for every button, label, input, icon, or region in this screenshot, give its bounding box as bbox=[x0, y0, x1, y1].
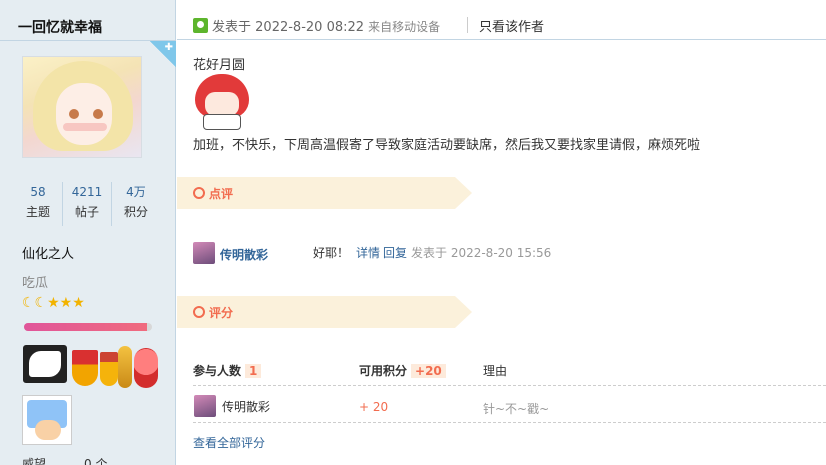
stat-label: 积分 bbox=[123, 205, 148, 219]
post-header: 发表于 2022-8-20 08:22 来自移动设备 只看该作者 bbox=[177, 0, 826, 40]
view-all-ratings-link[interactable]: 查看全部评分 bbox=[193, 434, 265, 451]
comments-section-header: 点评 bbox=[177, 177, 472, 209]
level-stars-icon: ☾☾★★★ bbox=[22, 295, 85, 311]
circle-icon bbox=[193, 187, 205, 199]
post-body: 加班，不快乐，下周高温假寄了导致家庭活动要缺席，然后我又要找家里请假，麻烦死啦 bbox=[193, 138, 701, 153]
participants-header: 参与人数 1 bbox=[193, 362, 262, 379]
rating-row: 传明散彩 + 20 针~不~戳~ bbox=[193, 393, 826, 423]
stat-posts[interactable]: 4211 帖子 bbox=[63, 182, 112, 226]
commenter-avatar[interactable] bbox=[193, 242, 215, 264]
rating-table-header: 参与人数 1 可用积分 +20 理由 bbox=[193, 358, 826, 386]
medal-badge-icon[interactable] bbox=[23, 345, 67, 383]
rating-section-label: 评分 bbox=[209, 306, 234, 320]
author-name-link[interactable]: 一回忆就幸福 bbox=[18, 17, 102, 37]
commenter-name[interactable]: 传明散彩 bbox=[220, 246, 268, 263]
medal-badge-icon[interactable] bbox=[100, 352, 118, 386]
medal-badge-icon[interactable] bbox=[22, 395, 72, 445]
post-title: 花好月圆 bbox=[193, 58, 246, 73]
posted-time: 2022-8-20 08:22 bbox=[255, 20, 365, 35]
user-group-title[interactable]: 仙化之人 bbox=[22, 243, 74, 262]
posted-prefix: 发表于 bbox=[212, 20, 252, 35]
points-total: +20 bbox=[411, 364, 446, 378]
author-avatar[interactable] bbox=[22, 56, 142, 158]
stat-value: 4211 bbox=[71, 185, 103, 199]
stat-points[interactable]: 4万 积分 bbox=[112, 182, 160, 226]
medal-badge-icon[interactable] bbox=[118, 346, 132, 388]
stat-label: 帖子 bbox=[74, 205, 99, 219]
circle-icon bbox=[193, 306, 205, 318]
stat-value: 4万 bbox=[126, 185, 146, 199]
comment-detail-link[interactable]: 详情 bbox=[356, 244, 380, 261]
medal-badge-icon[interactable] bbox=[134, 348, 158, 388]
comment-time: 发表于 2022-8-20 15:56 bbox=[411, 246, 552, 260]
post-meta: 发表于 2022-8-20 08:22 来自移动设备 bbox=[212, 16, 440, 35]
only-author-link[interactable]: 只看该作者 bbox=[479, 16, 544, 35]
reputation-row: 威望 0 个 bbox=[22, 455, 107, 465]
user-custom-title: 吃瓜 bbox=[22, 276, 49, 291]
reason-header: 理由 bbox=[483, 364, 508, 378]
stat-value: 58 bbox=[30, 185, 46, 199]
reputation-label: 威望 bbox=[22, 457, 47, 465]
online-status-icon bbox=[193, 18, 208, 33]
participants-label: 参与人数 bbox=[193, 364, 242, 378]
comment-reply-link[interactable]: 回复 bbox=[383, 244, 407, 261]
stat-threads[interactable]: 58 主题 bbox=[14, 182, 63, 226]
stat-label: 主题 bbox=[25, 205, 50, 219]
device-source[interactable]: 来自移动设备 bbox=[368, 20, 440, 34]
rater-avatar[interactable] bbox=[194, 395, 216, 417]
points-header: 可用积分 +20 bbox=[359, 362, 446, 379]
author-stats: 58 主题 4211 帖子 4万 积分 bbox=[14, 182, 160, 226]
comment-text: 好耶！ bbox=[313, 246, 350, 260]
separator bbox=[467, 17, 468, 33]
rating-score: + 20 bbox=[359, 400, 389, 414]
comments-section-label: 点评 bbox=[209, 187, 234, 201]
sticker-image bbox=[193, 74, 253, 132]
reputation-value: 0 个 bbox=[84, 457, 108, 465]
author-sidebar: 一回忆就幸福 ✚ 58 主题 4211 帖子 4万 积分 仙化之人 吃瓜 ☾☾★… bbox=[0, 0, 176, 465]
points-label: 可用积分 bbox=[359, 364, 408, 378]
participants-count: 1 bbox=[245, 364, 262, 378]
post-content: 发表于 2022-8-20 08:22 来自移动设备 只看该作者 花好月圆 加班… bbox=[177, 0, 826, 465]
rating-reason: 针~不~戳~ bbox=[483, 402, 550, 416]
rater-name[interactable]: 传明散彩 bbox=[222, 398, 270, 415]
medal-badge-icon[interactable] bbox=[72, 350, 98, 386]
level-progress-bar bbox=[24, 323, 152, 331]
mobile-device-icon: ✚ bbox=[150, 41, 176, 67]
rating-section-header: 评分 bbox=[177, 296, 472, 328]
